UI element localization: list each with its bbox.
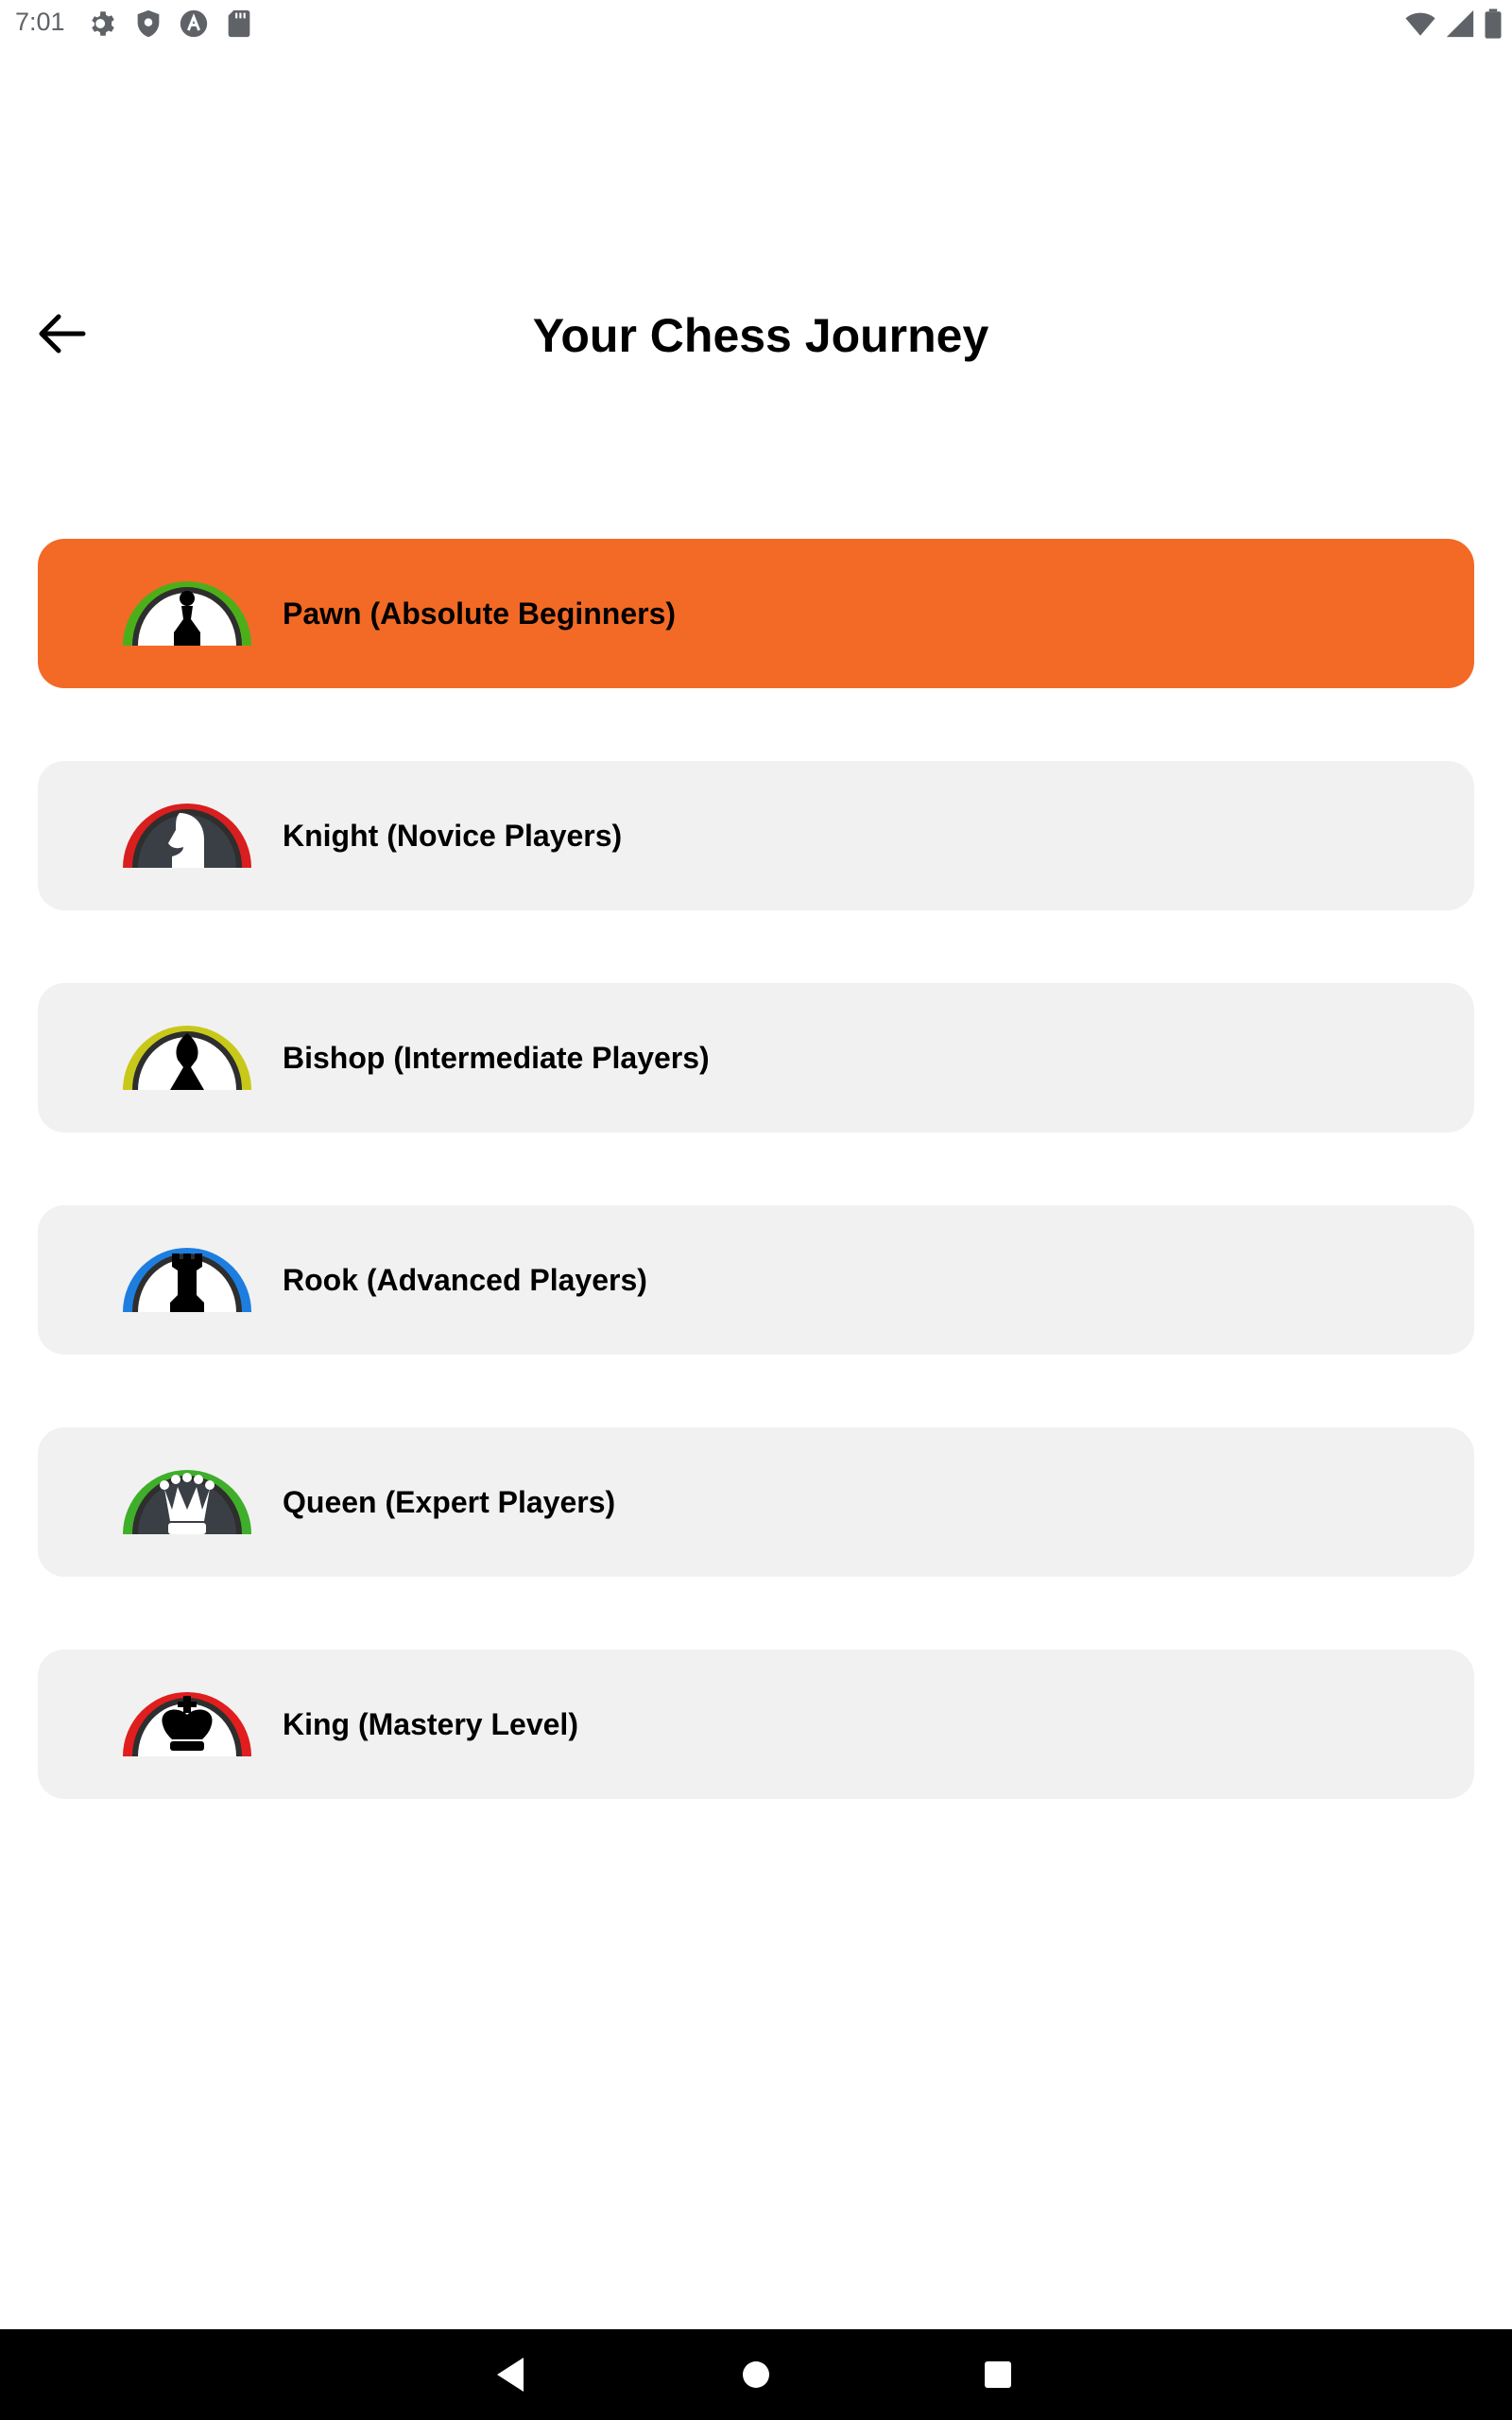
page-title: Your Chess Journey (532, 309, 989, 362)
rook-icon (123, 1248, 251, 1312)
a-circle-icon (180, 9, 208, 38)
shield-icon (137, 9, 160, 38)
status-bar: 7:01 (0, 0, 1512, 49)
settings-icon (92, 11, 114, 36)
wifi-icon (1405, 12, 1435, 36)
level-label: Knight (Novice Players) (283, 819, 623, 853)
level-list: Pawn (Absolute Beginners) Knight (Novice… (38, 539, 1474, 1872)
level-label: Queen (Expert Players) (283, 1485, 616, 1519)
cell-signal-icon (1446, 9, 1474, 38)
king-icon (123, 1692, 251, 1756)
level-label: Bishop (Intermediate Players) (283, 1041, 710, 1075)
status-time: 7:01 (15, 8, 65, 36)
level-label: Rook (Advanced Players) (283, 1263, 647, 1297)
level-label: King (Mastery Level) (283, 1707, 578, 1741)
recents-square-icon[interactable] (971, 2348, 1024, 2401)
bishop-icon (123, 1026, 251, 1090)
home-circle-icon[interactable] (730, 2348, 782, 2401)
level-item-queen[interactable]: Queen (Expert Players) (38, 1427, 1474, 1577)
level-item-rook[interactable]: Rook (Advanced Players) (38, 1205, 1474, 1355)
level-label: Pawn (Absolute Beginners) (283, 596, 677, 631)
sd-card-icon (228, 9, 250, 38)
pawn-icon (123, 581, 251, 646)
level-item-knight[interactable]: Knight (Novice Players) (38, 761, 1474, 910)
battery-icon (1485, 9, 1502, 39)
level-item-king[interactable]: King (Mastery Level) (38, 1650, 1474, 1799)
knight-icon (123, 804, 251, 868)
level-item-bishop[interactable]: Bishop (Intermediate Players) (38, 983, 1474, 1132)
queen-icon (123, 1470, 251, 1534)
level-item-pawn[interactable]: Pawn (Absolute Beginners) (38, 539, 1474, 688)
back-triangle-icon[interactable] (486, 2348, 539, 2401)
system-nav-bar (0, 2329, 1512, 2420)
